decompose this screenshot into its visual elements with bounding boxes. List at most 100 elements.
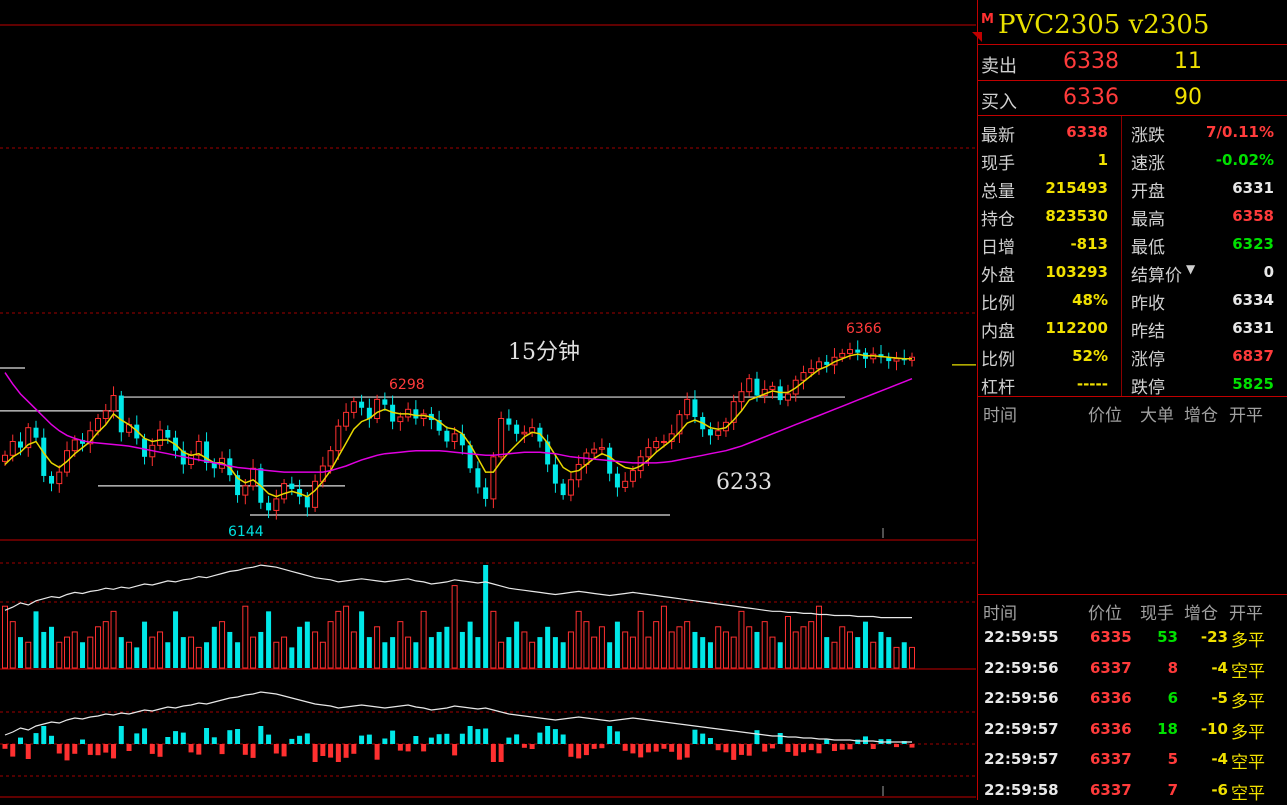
diff-bar xyxy=(328,744,334,758)
diff-bar xyxy=(87,744,93,755)
high-annotation-right: 6366 xyxy=(846,321,882,337)
volume-bar xyxy=(808,621,815,669)
volume-bar xyxy=(459,631,465,668)
diff-bar xyxy=(731,744,737,760)
tick-oi: -10 xyxy=(1200,719,1228,738)
diff-bar xyxy=(235,729,241,744)
diff-bar xyxy=(374,744,380,760)
stat-value: 6331 xyxy=(1232,319,1274,337)
volume-bar xyxy=(118,637,124,668)
corner-triangle-icon xyxy=(972,32,982,42)
volume-bar xyxy=(9,621,16,669)
diff-bar xyxy=(72,744,78,754)
chart-area[interactable]: 15分钟 6298 6366 6144 6233 xyxy=(0,0,976,800)
stats-row: 杠杆 ----- 跌停 5825 xyxy=(978,370,1287,398)
ma-short-line xyxy=(4,353,912,498)
big-header-oc: 开平 xyxy=(1229,406,1263,426)
diff-bar xyxy=(413,736,419,744)
diff-bar xyxy=(157,744,163,757)
candle-body xyxy=(188,454,195,465)
diff-bar xyxy=(800,744,806,753)
buy-volume: 90 xyxy=(1174,85,1202,110)
stat-label: 杠杆 xyxy=(981,378,1015,398)
volume-bar xyxy=(126,641,133,669)
diff-bar xyxy=(676,744,682,760)
volume-bar xyxy=(909,646,915,669)
volume-bar xyxy=(173,611,179,668)
diff-bar xyxy=(142,728,148,744)
volume-bar xyxy=(475,637,481,668)
stats-row: 总量 215493 开盘 6331 xyxy=(978,174,1287,202)
volume-bar xyxy=(514,621,520,668)
stats-grid: 最新 6338 涨跌 7/0.11% 现手 1 速涨 -0.02% 总量 215493 开盘 6331… xyxy=(978,115,1287,398)
stat-value: 112200 xyxy=(1045,319,1108,337)
kline-chart[interactable] xyxy=(0,0,976,800)
candle-body xyxy=(118,395,124,433)
candle-body xyxy=(444,430,450,442)
volume-bar xyxy=(2,605,8,669)
volume-bar xyxy=(413,642,419,668)
diff-bar xyxy=(521,744,527,748)
sell-label: 卖出 xyxy=(981,56,1017,77)
tick-volume: 7 xyxy=(1167,780,1178,799)
stat-value: 823530 xyxy=(1045,207,1108,225)
candle-body xyxy=(56,471,63,485)
volume-bar xyxy=(637,610,644,669)
stat-value: 6323 xyxy=(1232,235,1274,253)
volume-bar xyxy=(552,637,558,668)
tick-time: 22:59:55 xyxy=(984,628,1059,646)
volume-bar xyxy=(180,637,186,668)
volume-bar xyxy=(250,636,257,669)
volume-bar xyxy=(102,621,109,669)
chart-title: 15分钟 xyxy=(508,340,580,365)
candle-body xyxy=(397,416,404,423)
stats-row: 内盘 112200 昨结 6331 xyxy=(978,314,1287,342)
candle-body xyxy=(327,450,334,467)
candle-body xyxy=(110,395,117,412)
tick-price: 6336 xyxy=(1090,719,1132,738)
diff-bar xyxy=(397,744,403,751)
candle-body xyxy=(312,480,319,508)
volume-bar xyxy=(870,641,877,669)
diff-bar xyxy=(707,738,713,744)
diff-bar xyxy=(18,737,24,744)
volume-bar xyxy=(490,610,497,669)
diff-bar xyxy=(196,744,202,755)
volume-bar xyxy=(660,605,667,669)
stat-label: 持仓 xyxy=(981,210,1015,230)
dropdown-icon[interactable]: ▼ xyxy=(1186,262,1195,276)
candle-body xyxy=(142,438,148,457)
volume-bar xyxy=(846,631,853,669)
diff-bar xyxy=(366,734,372,744)
candle-body xyxy=(839,352,846,358)
indicator-line xyxy=(4,691,912,743)
volume-bar xyxy=(327,621,334,669)
candle-body xyxy=(846,349,853,354)
diff-bar xyxy=(661,744,667,749)
tick-price: 6335 xyxy=(1090,628,1132,646)
low-annotation: 6144 xyxy=(228,524,264,540)
candle-body xyxy=(746,378,753,393)
diff-bar xyxy=(95,744,101,756)
diff-bar xyxy=(149,744,155,754)
diff-bar xyxy=(10,744,16,757)
volume-bar xyxy=(219,621,226,669)
candle-body xyxy=(157,429,164,446)
diff-bar xyxy=(390,730,396,744)
volume-bar xyxy=(71,631,78,669)
stat-value: ----- xyxy=(1076,375,1108,393)
diff-bar xyxy=(227,730,233,744)
candle-body xyxy=(560,483,566,496)
diff-bar xyxy=(2,744,8,749)
diff-bar xyxy=(359,735,365,744)
diff-bar xyxy=(847,744,853,750)
diff-bar xyxy=(715,744,721,751)
volume-bar xyxy=(506,637,512,668)
stat-label: 开盘 xyxy=(1131,182,1165,202)
diff-bar xyxy=(490,744,496,762)
big-order-header: 时间 价位 大单 增仓 开平 xyxy=(978,401,1287,426)
diff-bar xyxy=(80,739,86,744)
candle-body xyxy=(359,401,365,408)
volume-bar xyxy=(366,637,372,668)
diff-bar xyxy=(242,744,248,755)
